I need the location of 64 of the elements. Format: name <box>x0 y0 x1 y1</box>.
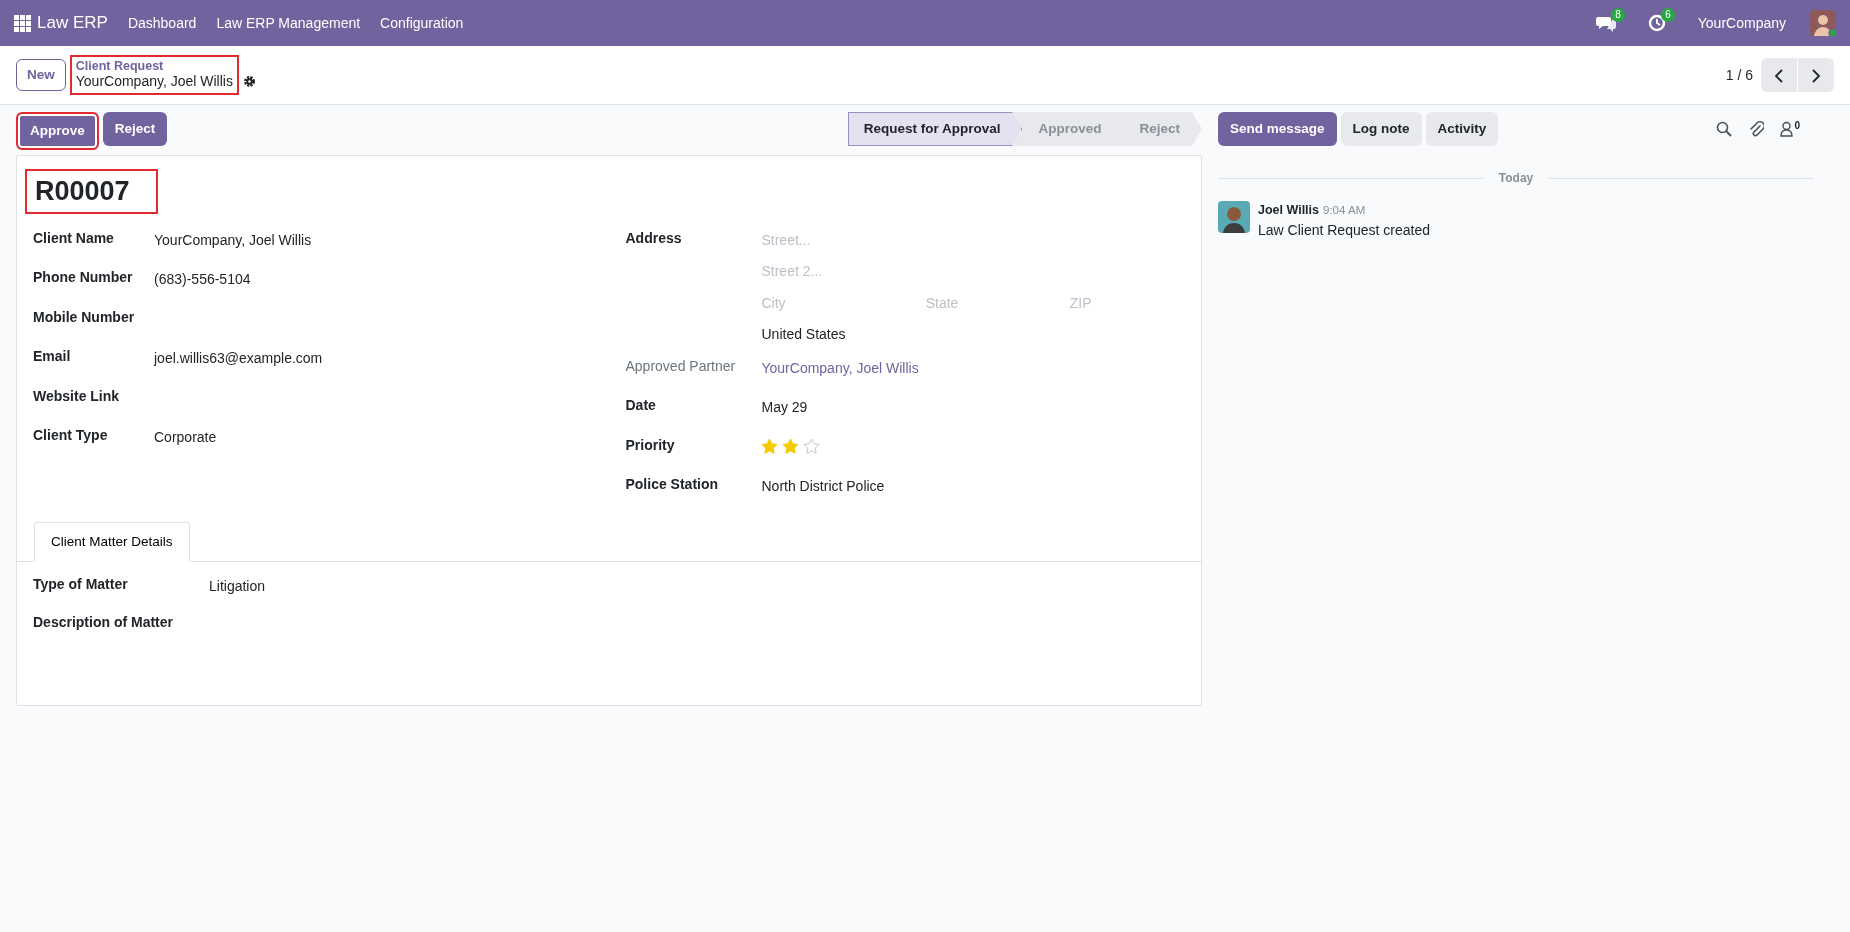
followers-button[interactable]: 0 <box>1780 121 1800 137</box>
chatter-button[interactable]: Log note <box>1340 112 1422 147</box>
record-reference: R00007 <box>25 169 158 214</box>
field-value: joel.willis63@example.com <box>154 349 323 368</box>
status-stage[interactable]: Reject <box>1113 112 1202 146</box>
activity-count-badge: 6 <box>1661 8 1675 22</box>
field-label: Mobile Number <box>33 307 136 327</box>
message-time: 9:04 AM <box>1323 203 1366 219</box>
apps-menu-icon[interactable] <box>14 14 31 32</box>
message-author[interactable]: Joel Willis <box>1258 201 1320 220</box>
star-icon[interactable] <box>761 437 779 454</box>
star-icon[interactable] <box>803 437 821 454</box>
field-label: Description of Matter <box>33 612 174 632</box>
chat-icon[interactable] <box>1595 14 1616 32</box>
field-label: Email <box>33 347 72 366</box>
field-value: North District Police <box>761 477 885 496</box>
chevron-left-icon <box>1774 68 1784 83</box>
field-label: Police Station <box>625 475 720 494</box>
message-count-badge: 8 <box>1611 8 1625 22</box>
field-value: (683)-556-5104 <box>154 270 251 289</box>
field-label: Date <box>625 396 657 415</box>
action-button[interactable]: Approve <box>16 112 99 151</box>
field-label: Client Type <box>33 426 109 445</box>
search-icon[interactable] <box>1716 121 1733 137</box>
menu-item[interactable]: Dashboard <box>117 12 207 34</box>
previous-button[interactable] <box>1761 58 1797 92</box>
field-value: Litigation <box>209 576 266 596</box>
chatter-button[interactable]: Send message <box>1218 112 1337 147</box>
pager-value: 1 / 6 <box>1725 65 1753 85</box>
user-avatar[interactable] <box>1810 10 1836 36</box>
field-value: May 29 <box>761 398 808 417</box>
field-label: Approved Partner <box>625 356 737 376</box>
field-label: Priority <box>625 435 676 455</box>
field-label: Client Name <box>33 228 115 248</box>
field-value: Corporate <box>154 428 217 447</box>
field-label: Type of Matter <box>33 574 129 594</box>
star-icon[interactable] <box>782 437 800 454</box>
date-separator: Today <box>1498 170 1534 188</box>
breadcrumb-link[interactable]: Client Request <box>75 59 233 74</box>
tab[interactable]: Client Matter Details <box>34 521 190 562</box>
action-button[interactable]: Reject <box>102 112 168 147</box>
status-stage[interactable]: Request for Approval <box>847 112 1023 146</box>
paperclip-icon[interactable] <box>1748 120 1765 138</box>
chatter-button[interactable]: Activity <box>1425 112 1499 147</box>
next-button[interactable] <box>1798 58 1834 92</box>
person-icon <box>1780 121 1794 137</box>
author-avatar <box>1218 201 1250 234</box>
menu-item[interactable]: Law ERP Management <box>206 12 371 34</box>
field-value: YourCompany, Joel Willis <box>154 230 312 250</box>
new-button[interactable]: New <box>16 58 66 92</box>
field-label: Phone Number <box>33 268 134 287</box>
message-body: Law Client Request created <box>1258 221 1430 240</box>
field-label: Website Link <box>33 386 121 406</box>
country-field[interactable]: United States <box>761 326 846 342</box>
company-name[interactable]: YourCompany <box>1697 12 1786 34</box>
clock-icon[interactable] <box>1647 14 1666 32</box>
menu-item[interactable]: Configuration <box>370 12 474 34</box>
status-stage[interactable]: Approved <box>1012 112 1124 146</box>
partner-link[interactable]: YourCompany, Joel Willis <box>761 355 919 395</box>
app-name[interactable]: Law ERP <box>31 10 118 36</box>
chevron-right-icon <box>1811 68 1821 83</box>
record-name: YourCompany, Joel Willis <box>75 73 233 91</box>
field-label: Address <box>625 228 683 248</box>
gear-icon[interactable] <box>242 74 256 88</box>
